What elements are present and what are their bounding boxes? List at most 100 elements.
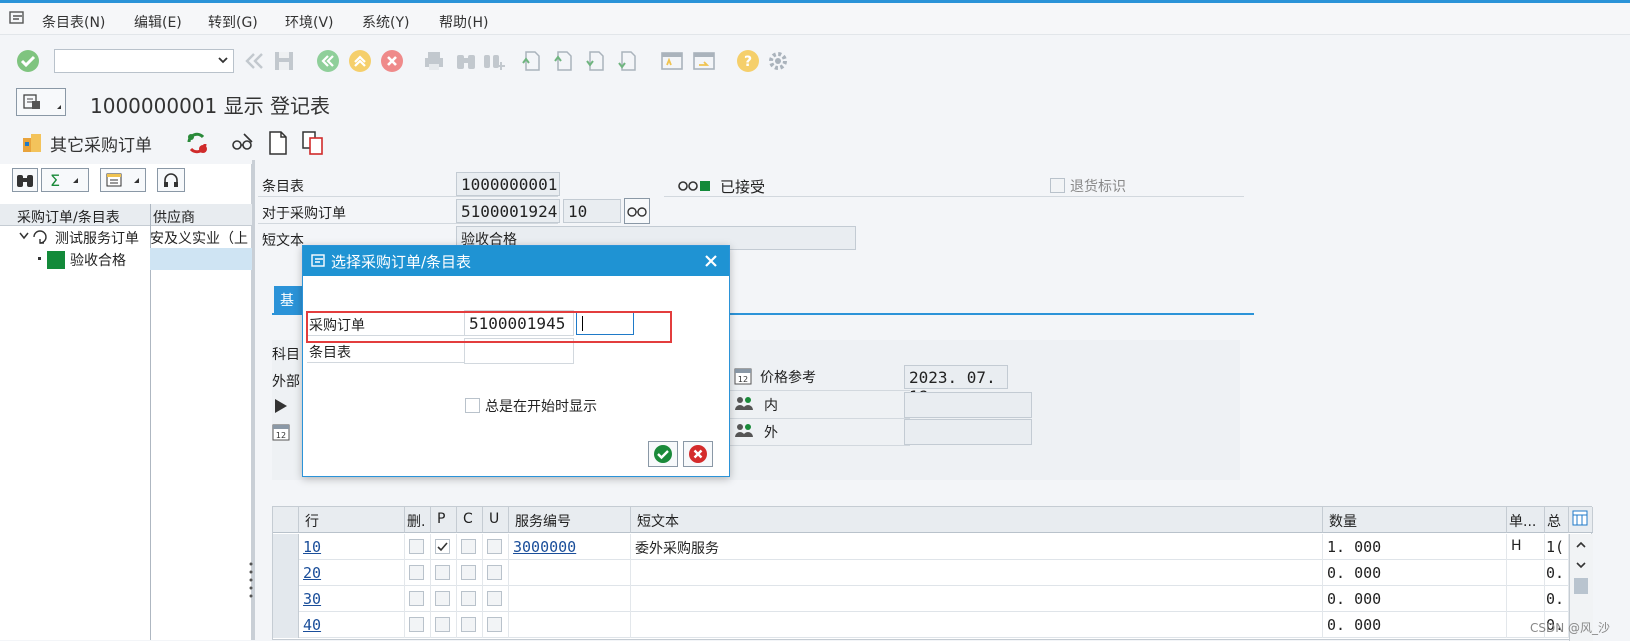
service-number-cell[interactable]	[509, 612, 631, 638]
layout-button[interactable]	[100, 168, 146, 192]
new-document-icon[interactable]	[266, 130, 290, 160]
service-number-cell[interactable]	[509, 560, 631, 586]
delete-checkbox[interactable]	[409, 617, 424, 632]
c-checkbox[interactable]	[461, 565, 476, 580]
cancel-icon[interactable]	[380, 49, 404, 73]
col-service-number[interactable]: 服务编号	[509, 507, 631, 533]
sum-button[interactable]: Σ	[41, 168, 89, 192]
back-icon[interactable]	[316, 49, 340, 73]
u-checkbox[interactable]	[487, 617, 502, 632]
enter-check-icon[interactable]	[16, 49, 40, 73]
shortcut-icon[interactable]	[692, 49, 716, 73]
price-reference-field[interactable]: 2023. 07. 18	[904, 365, 1008, 406]
quantity-cell[interactable]: 1. 000	[1323, 534, 1507, 560]
command-field[interactable]	[54, 49, 234, 73]
c-checkbox[interactable]	[461, 617, 476, 632]
entry-sheet-field[interactable]: 1000000001	[456, 172, 560, 196]
line-number-link[interactable]: 10	[303, 538, 321, 556]
chevron-down-icon[interactable]	[1575, 558, 1587, 574]
other-po-icon[interactable]	[20, 130, 46, 158]
short-text-cell[interactable]	[631, 586, 1323, 612]
next-page-icon[interactable]	[584, 49, 608, 73]
screen-menu-button[interactable]	[16, 88, 66, 116]
unit-cell[interactable]: H	[1507, 534, 1545, 560]
col-quantity[interactable]: 数量	[1323, 507, 1507, 533]
toggle-display-change-icon[interactable]	[184, 130, 210, 160]
total-cell[interactable]: 0.	[1545, 560, 1569, 586]
col-short-text[interactable]: 短文本	[631, 507, 1323, 533]
menu-help[interactable]: 帮助(H)	[439, 12, 488, 32]
first-page-icon[interactable]	[520, 49, 544, 73]
table-row[interactable]: 40 0. 000 0.	[273, 612, 1593, 638]
line-number-link[interactable]: 40	[303, 616, 321, 634]
short-text-cell[interactable]	[631, 560, 1323, 586]
close-icon[interactable]	[703, 253, 719, 273]
u-checkbox[interactable]	[487, 565, 502, 580]
short-text-cell[interactable]: 委外采购服务	[631, 534, 1323, 560]
c-checkbox[interactable]	[461, 591, 476, 606]
external-field[interactable]	[904, 419, 1032, 445]
other-po-button[interactable]: 其它采购订单	[50, 131, 152, 156]
tree-row-po[interactable]: 测试服务订单 安及义实业（上	[0, 226, 252, 248]
row-selector[interactable]	[273, 560, 299, 586]
menu-system[interactable]: 系统(Y)	[362, 12, 409, 32]
col-delete[interactable]: 删.	[405, 507, 431, 533]
find-next-icon[interactable]	[482, 49, 506, 73]
row-selector[interactable]	[273, 534, 299, 560]
delete-checkbox[interactable]	[409, 565, 424, 580]
previous-page-icon[interactable]	[552, 49, 576, 73]
always-show-checkbox[interactable]	[465, 398, 480, 413]
po-item-field[interactable]: 10	[563, 199, 621, 223]
quantity-cell[interactable]: 0. 000	[1323, 612, 1507, 638]
display-po-button[interactable]	[624, 198, 650, 224]
table-row[interactable]: 10 3000000 委外采购服务 1. 000 H 1(	[273, 534, 1593, 560]
delete-checkbox[interactable]	[409, 539, 424, 554]
col-unit[interactable]: 单...	[1507, 507, 1545, 533]
delete-checkbox[interactable]	[409, 591, 424, 606]
unit-cell[interactable]	[1507, 586, 1545, 612]
expand-tree-button[interactable]	[157, 168, 185, 192]
unit-cell[interactable]	[1507, 560, 1545, 586]
gear-icon[interactable]	[766, 49, 790, 73]
last-page-icon[interactable]	[616, 49, 640, 73]
quantity-cell[interactable]: 0. 000	[1323, 560, 1507, 586]
table-row[interactable]: 20 0. 000 0.	[273, 560, 1593, 586]
create-session-icon[interactable]	[660, 49, 684, 73]
tree-column-po[interactable]: 采购订单/条目表	[17, 207, 120, 227]
scrollbar-thumb[interactable]	[1574, 578, 1588, 594]
col-total[interactable]: 总	[1545, 507, 1569, 533]
tree-row-entry-sheet[interactable]: 验收合格	[0, 248, 150, 270]
chevron-down-icon[interactable]	[18, 230, 30, 246]
row-selector[interactable]	[273, 612, 299, 638]
dialog-menu-icon[interactable]	[311, 254, 327, 272]
exit-icon[interactable]	[348, 49, 372, 73]
chevron-down-icon[interactable]	[217, 54, 229, 70]
chevron-up-icon[interactable]	[1575, 538, 1587, 554]
play-icon[interactable]	[274, 398, 288, 418]
tree-column-vendor[interactable]: 供应商	[153, 207, 195, 227]
dialog-cancel-button[interactable]	[683, 441, 713, 467]
po-field[interactable]: 5100001924	[456, 199, 560, 223]
copy-document-icon[interactable]	[300, 130, 326, 160]
u-checkbox[interactable]	[487, 539, 502, 554]
service-number-link[interactable]: 3000000	[513, 538, 576, 556]
total-cell[interactable]: 0.	[1545, 586, 1569, 612]
service-number-cell[interactable]	[509, 586, 631, 612]
col-c[interactable]: C	[457, 507, 483, 533]
p-checkbox[interactable]	[435, 617, 450, 632]
table-select-all[interactable]	[273, 507, 299, 533]
row-selector[interactable]	[273, 586, 299, 612]
dialog-confirm-button[interactable]	[648, 441, 678, 467]
total-cell[interactable]: 1(	[1545, 534, 1569, 560]
table-settings-icon[interactable]	[1569, 507, 1593, 533]
table-row[interactable]: 30 0. 000 0.	[273, 586, 1593, 612]
splitter-grip-icon[interactable]	[248, 560, 254, 604]
save-icon[interactable]	[272, 49, 296, 73]
menu-icon[interactable]	[9, 11, 27, 25]
col-u[interactable]: U	[483, 507, 509, 533]
internal-field[interactable]	[904, 392, 1032, 418]
p-checkbox-checked[interactable]	[435, 539, 450, 554]
quantity-cell[interactable]: 0. 000	[1323, 586, 1507, 612]
find-tree-button[interactable]	[12, 168, 38, 192]
menu-edit[interactable]: 编辑(E)	[134, 12, 182, 32]
